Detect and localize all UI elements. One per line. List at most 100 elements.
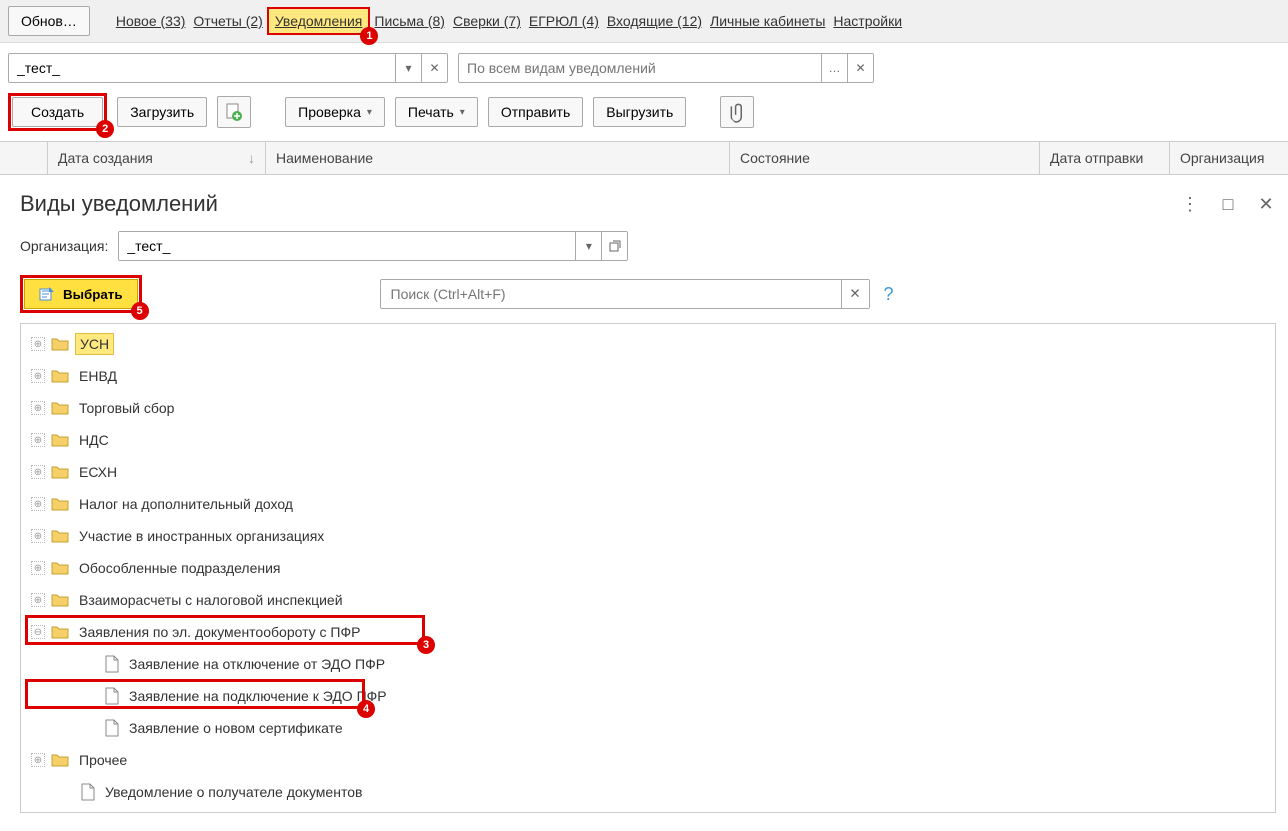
- dialog-org-open[interactable]: [601, 232, 627, 260]
- select-button[interactable]: Выбрать: [24, 279, 138, 309]
- attach-button[interactable]: [720, 96, 754, 128]
- tree-folder[interactable]: ⊕ Налог на дополнительный доход: [21, 488, 1275, 520]
- type-filter-more[interactable]: …: [821, 54, 847, 82]
- type-filter-input[interactable]: [459, 54, 821, 82]
- tree-container[interactable]: ⊕УСН⊕ЕНВД⊕Торговый сбор⊕НДС⊕ЕСХН⊕Налог н…: [20, 323, 1276, 813]
- tree-folder[interactable]: ⊕УСН: [21, 328, 1275, 360]
- tree-label: НДС: [75, 430, 113, 450]
- expander-icon[interactable]: ⊕: [31, 433, 45, 447]
- tree-folder[interactable]: ⊕ ЕСХН: [21, 456, 1275, 488]
- dialog-org-field: ▾: [118, 231, 628, 261]
- send-button[interactable]: Отправить: [488, 97, 583, 127]
- callout-2: 2: [96, 120, 114, 138]
- org-filter-input[interactable]: [9, 54, 395, 82]
- th-name[interactable]: Наименование: [266, 142, 730, 174]
- th-date-created[interactable]: Дата создания↓: [48, 142, 266, 174]
- nav-link-egrul[interactable]: ЕГРЮЛ (4): [525, 13, 603, 29]
- tree-item[interactable]: Заявление на отключение от ЭДО ПФР: [21, 648, 1275, 680]
- tree-label: ЕСХН: [75, 462, 121, 482]
- tree-folder[interactable]: ⊕ Обособленные подразделения: [21, 552, 1275, 584]
- tree-item[interactable]: Заявление на подключение к ЭДО ПФР4: [21, 680, 1275, 712]
- th-date-sent[interactable]: Дата отправки: [1040, 142, 1170, 174]
- dialog-title: Виды уведомлений: [20, 191, 218, 217]
- more-icon[interactable]: ⋮: [1180, 194, 1200, 214]
- tree-label: Торговый сбор: [75, 398, 178, 418]
- tree-folder[interactable]: ⊕ Торговый сбор: [21, 392, 1275, 424]
- expander-icon[interactable]: ⊕: [31, 561, 45, 575]
- tree-item[interactable]: Заявление о новом сертификате: [21, 712, 1275, 744]
- nav-link-reports[interactable]: Отчеты (2): [189, 13, 266, 29]
- tree-folder[interactable]: ⊕ Прочее: [21, 744, 1275, 776]
- dialog-search-clear[interactable]: ✕: [841, 280, 869, 308]
- expander-icon[interactable]: ⊕: [31, 401, 45, 415]
- tree-label: Заявление на подключение к ЭДО ПФР: [125, 686, 391, 706]
- tree-item[interactable]: Уведомление о получателе документов: [21, 776, 1275, 808]
- maximize-icon[interactable]: □: [1218, 194, 1238, 214]
- tree-label: Заявление на отключение от ЭДО ПФР: [125, 654, 389, 674]
- close-icon[interactable]: ✕: [1256, 194, 1276, 214]
- expander-icon[interactable]: ⊕: [31, 337, 45, 351]
- update-button[interactable]: Обнов…: [8, 6, 90, 36]
- nav-link-inbox[interactable]: Входящие (12): [603, 13, 706, 29]
- toolbar: Создать 2 Загрузить Проверка Печать Отпр…: [0, 93, 1288, 141]
- tree-label: Обособленные подразделения: [75, 558, 285, 578]
- create-button[interactable]: Создать: [12, 97, 103, 127]
- nav-link-reconcile[interactable]: Сверки (7): [449, 13, 525, 29]
- th-org[interactable]: Организация: [1170, 142, 1288, 174]
- help-icon[interactable]: ?: [884, 284, 894, 305]
- tree-label: Участие в иностранных организациях: [75, 526, 328, 546]
- dialog-header: Виды уведомлений ⋮ □ ✕: [20, 191, 1276, 217]
- type-filter-clear[interactable]: ✕: [847, 54, 873, 82]
- tree-folder[interactable]: ⊕ Участие в иностранных организациях: [21, 520, 1275, 552]
- tree-folder[interactable]: ⊖ Заявления по эл. документообороту с ПФР…: [21, 616, 1275, 648]
- print-button[interactable]: Печать: [395, 97, 478, 127]
- org-filter-dropdown[interactable]: ▾: [395, 54, 421, 82]
- expander-icon[interactable]: ⊕: [31, 465, 45, 479]
- table-header: Дата создания↓ Наименование Состояние Да…: [0, 141, 1288, 175]
- tree-folder[interactable]: ⊕ ЕНВД: [21, 360, 1275, 392]
- tree-folder[interactable]: ⊕ НДС: [21, 424, 1275, 456]
- select-button-highlight: Выбрать 5: [20, 275, 142, 313]
- nav-link-notifications[interactable]: Уведомления1: [267, 7, 371, 35]
- tree-label: Уведомление о получателе документов: [101, 782, 366, 802]
- filter-row: ▾ ✕ … ✕: [0, 43, 1288, 93]
- org-filter: ▾ ✕: [8, 53, 448, 83]
- expander-icon[interactable]: ⊕: [31, 497, 45, 511]
- callout-4: 4: [357, 700, 375, 718]
- dialog-controls: ⋮ □ ✕: [1180, 194, 1276, 214]
- expander-icon[interactable]: ⊖: [31, 625, 45, 639]
- tree-folder[interactable]: ⊕ Взаиморасчеты с налоговой инспекцией: [21, 584, 1275, 616]
- create-button-highlight: Создать 2: [8, 93, 107, 131]
- document-plus-icon: [226, 103, 242, 121]
- callout-5: 5: [131, 302, 149, 320]
- dialog-action-row: Выбрать 5 ✕ ?: [20, 275, 1276, 313]
- tree-label: Заявление о новом сертификате: [125, 718, 347, 738]
- tree-label: Заявления по эл. документообороту с ПФР: [75, 622, 364, 642]
- tree-label: Взаиморасчеты с налоговой инспекцией: [75, 590, 347, 610]
- check-button[interactable]: Проверка: [285, 97, 385, 127]
- expander-icon[interactable]: ⊕: [31, 369, 45, 383]
- notification-types-dialog: Виды уведомлений ⋮ □ ✕ Организация: ▾ Вы…: [20, 191, 1276, 813]
- add-from-file-button[interactable]: [217, 96, 251, 128]
- expander-icon[interactable]: ⊕: [31, 753, 45, 767]
- callout-3: 3: [417, 636, 435, 654]
- expander-icon[interactable]: ⊕: [31, 529, 45, 543]
- nav-link-letters[interactable]: Письма (8): [370, 13, 449, 29]
- tree-label: Прочее: [75, 750, 131, 770]
- tree-label: Налог на дополнительный доход: [75, 494, 297, 514]
- org-filter-clear[interactable]: ✕: [421, 54, 447, 82]
- paperclip-icon: [725, 99, 750, 124]
- dialog-search-input[interactable]: [381, 282, 841, 306]
- nav-link-new[interactable]: Новое (33): [112, 13, 190, 29]
- dialog-org-dropdown[interactable]: ▾: [575, 232, 601, 260]
- dialog-search: ✕: [380, 279, 870, 309]
- tree-label: ЕНВД: [75, 366, 121, 386]
- load-button[interactable]: Загрузить: [117, 97, 207, 127]
- dialog-org-input[interactable]: [119, 232, 575, 260]
- nav-link-settings[interactable]: Настройки: [829, 13, 906, 29]
- nav-link-cabinets[interactable]: Личные кабинеты: [706, 13, 829, 29]
- expander-icon[interactable]: ⊕: [31, 593, 45, 607]
- export-button[interactable]: Выгрузить: [593, 97, 686, 127]
- th-icon[interactable]: [0, 142, 48, 174]
- th-state[interactable]: Состояние: [730, 142, 1040, 174]
